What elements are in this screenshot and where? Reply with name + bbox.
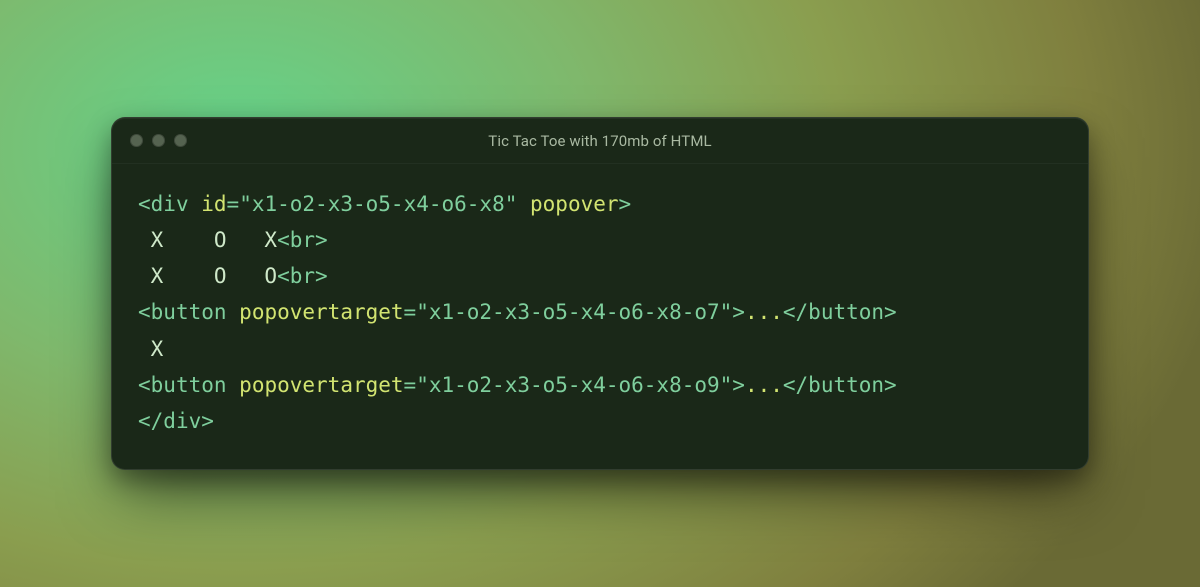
code-token: < xyxy=(277,228,290,252)
code-token: > xyxy=(732,300,745,324)
code-token: button xyxy=(151,300,227,324)
code-token: < xyxy=(138,192,151,216)
code-token xyxy=(227,300,240,324)
code-token: button xyxy=(808,300,884,324)
code-token: div xyxy=(151,192,189,216)
code-token: popovertarget xyxy=(239,373,403,397)
code-token: "x1-o2-x3-o5-x4-o6-x8" xyxy=(239,192,517,216)
code-token: = xyxy=(404,300,417,324)
code-token: < xyxy=(138,300,151,324)
code-block[interactable]: <div id="x1-o2-x3-o5-x4-o6-x8" popover> … xyxy=(112,164,1088,469)
code-token: > xyxy=(315,264,328,288)
code-token xyxy=(227,373,240,397)
traffic-lights xyxy=(130,134,187,147)
code-token: > xyxy=(884,300,897,324)
code-token: popover xyxy=(530,192,619,216)
code-token: > xyxy=(732,373,745,397)
code-token: popovertarget xyxy=(239,300,403,324)
close-icon[interactable] xyxy=(130,134,143,147)
code-token: > xyxy=(201,409,214,433)
code-token: br xyxy=(290,228,315,252)
code-token: </ xyxy=(783,373,808,397)
window-title: Tic Tac Toe with 170mb of HTML xyxy=(112,132,1088,150)
code-token: div xyxy=(163,409,201,433)
minimize-icon[interactable] xyxy=(152,134,165,147)
code-token: > xyxy=(619,192,632,216)
code-token: id xyxy=(201,192,226,216)
code-token: br xyxy=(290,264,315,288)
code-token: = xyxy=(227,192,240,216)
code-token: X xyxy=(138,337,163,361)
code-token xyxy=(189,192,202,216)
code-token: ... xyxy=(745,300,783,324)
code-token: ... xyxy=(745,373,783,397)
code-token: button xyxy=(808,373,884,397)
code-token: X O O xyxy=(138,264,277,288)
code-window: Tic Tac Toe with 170mb of HTML <div id="… xyxy=(111,117,1089,470)
zoom-icon[interactable] xyxy=(174,134,187,147)
code-token: button xyxy=(151,373,227,397)
code-token: "x1-o2-x3-o5-x4-o6-x8-o9" xyxy=(416,373,732,397)
code-token: "x1-o2-x3-o5-x4-o6-x8-o7" xyxy=(416,300,732,324)
code-token: X O X xyxy=(138,228,277,252)
code-token xyxy=(517,192,530,216)
code-token: </ xyxy=(138,409,163,433)
code-token: > xyxy=(315,228,328,252)
code-token: < xyxy=(138,373,151,397)
code-token: </ xyxy=(783,300,808,324)
titlebar: Tic Tac Toe with 170mb of HTML xyxy=(112,118,1088,164)
code-token: > xyxy=(884,373,897,397)
code-token: < xyxy=(277,264,290,288)
code-token: = xyxy=(404,373,417,397)
